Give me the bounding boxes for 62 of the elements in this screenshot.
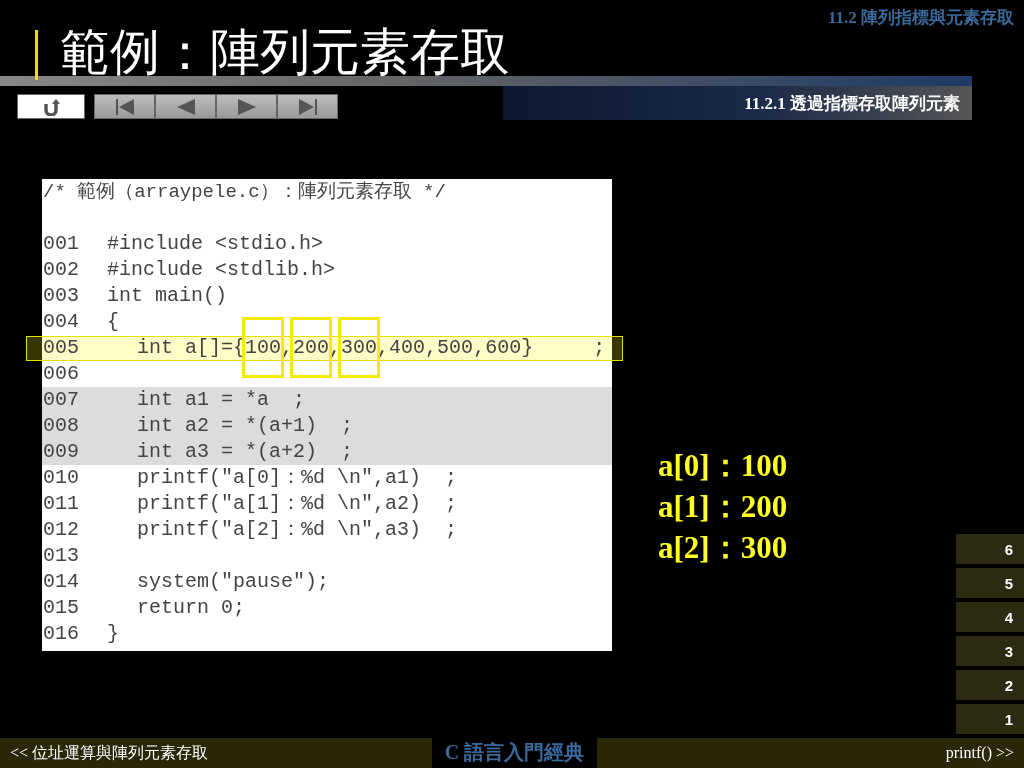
- line-number: 012: [42, 517, 80, 543]
- skip-last-icon: [297, 97, 318, 116]
- line-number: 013: [42, 543, 80, 569]
- line-number: 011: [42, 491, 80, 517]
- previous-triangle-icon: [175, 97, 196, 116]
- code-text: ,: [329, 336, 342, 359]
- line-number: 001: [42, 231, 80, 257]
- code-text: int a3 = *(a+2) ;: [137, 440, 354, 463]
- line-number: 015: [42, 595, 80, 621]
- code-comment: /* 範例（arraypele.c）：陣列元素存取 */: [42, 180, 447, 205]
- line-number: 005: [42, 335, 80, 361]
- code-text: }: [107, 622, 119, 645]
- code-text: int a1 = *a ;: [137, 388, 306, 411]
- code-text: int a[]={: [137, 336, 246, 359]
- next-triangle-icon: [236, 97, 257, 116]
- line-number: 004: [42, 309, 80, 335]
- nav-button[interactable]: [155, 94, 216, 119]
- output-line: a[0]：100: [658, 447, 788, 485]
- code-text: #include <stdio.h>: [107, 232, 324, 255]
- book-title: C 語言入門經典: [432, 736, 597, 768]
- page-button[interactable]: 1: [956, 704, 1024, 734]
- page-button[interactable]: 3: [956, 636, 1024, 666]
- previous-link[interactable]: << 位址運算與陣列元素存取: [10, 742, 209, 764]
- page-button[interactable]: 6: [956, 534, 1024, 564]
- subsection-label: 11.2.1 透過指標存取陣列元素: [744, 92, 960, 115]
- code-text: printf("a[2]：%d \n",a3) ;: [137, 518, 458, 541]
- code-text: {: [107, 310, 119, 333]
- page-button[interactable]: 5: [956, 568, 1024, 598]
- code-text: return 0;: [137, 596, 246, 619]
- code-text: system("pause");: [137, 570, 330, 593]
- code-text: printf("a[0]：%d \n",a1) ;: [137, 466, 458, 489]
- page-button[interactable]: 4: [956, 602, 1024, 632]
- code-text: 200: [293, 336, 330, 359]
- section-label: 11.2 陣列指標與元素存取: [827, 7, 1014, 29]
- code-text: 100: [245, 336, 282, 359]
- line-number: 010: [42, 465, 80, 491]
- skip-first-icon: [114, 97, 135, 116]
- code-text: printf("a[1]：%d \n",a2) ;: [137, 492, 458, 515]
- page-button[interactable]: 2: [956, 670, 1024, 700]
- nav-button[interactable]: [216, 94, 277, 119]
- line-number: 009: [42, 439, 80, 465]
- code-text: 300: [341, 336, 378, 359]
- code-text: #include <stdlib.h>: [107, 258, 336, 281]
- next-link[interactable]: printf() >>: [945, 744, 1014, 762]
- line-number: 006: [42, 361, 80, 387]
- nav-button[interactable]: [94, 94, 155, 119]
- home-button[interactable]: [17, 94, 85, 119]
- line-number: 014: [42, 569, 80, 595]
- slide-title: 範例：陣列元素存取: [60, 24, 510, 80]
- nav-button[interactable]: [277, 94, 338, 119]
- u-turn-arrow-icon: [42, 97, 60, 116]
- code-text: ,: [281, 336, 294, 359]
- output-line: a[1]：200: [658, 488, 788, 526]
- code-text: int main(): [107, 284, 228, 307]
- line-number: 007: [42, 387, 80, 413]
- line-number: 003: [42, 283, 80, 309]
- code-text: int a2 = *(a+1) ;: [137, 414, 354, 437]
- line-number: 002: [42, 257, 80, 283]
- line-number: 016: [42, 621, 80, 647]
- output-line: a[2]：300: [658, 529, 788, 567]
- code-text: ,400,500,600} ;: [377, 336, 606, 359]
- line-number: 008: [42, 413, 80, 439]
